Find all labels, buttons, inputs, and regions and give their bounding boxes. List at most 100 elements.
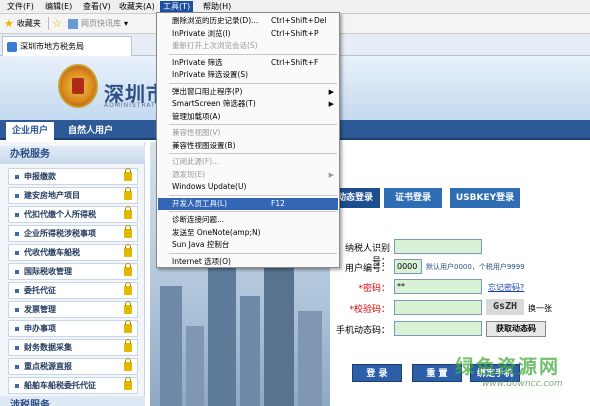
- sidebar-item[interactable]: 企业所得税涉税事项: [8, 225, 138, 242]
- menu-separator: [169, 82, 337, 84]
- menu-item[interactable]: 兼容性视图设置(B): [158, 140, 338, 152]
- tab-usbkey-login[interactable]: USBKEY登录: [450, 188, 520, 208]
- add-star-icon: ☆: [52, 17, 62, 30]
- sidebar-item[interactable]: 委托代征: [8, 282, 138, 299]
- lock-icon: [124, 377, 132, 390]
- menu-item[interactable]: Internet 选项(O): [158, 256, 338, 268]
- menu-separator: [169, 124, 337, 125]
- sidebar-item[interactable]: 财务数据采集: [8, 339, 138, 356]
- sidebar-item[interactable]: 代收代缴车船税: [8, 244, 138, 261]
- forgot-password-link[interactable]: 忘记密码?: [488, 282, 524, 293]
- menu-item-label: 兼容性视图设置(B): [172, 140, 236, 150]
- menu-item-label: Sun Java 控制台: [172, 240, 230, 249]
- menu-item-label: InPrivate 筛选设置(S): [172, 70, 249, 79]
- login-button[interactable]: 登 录: [352, 364, 402, 382]
- add-favorite-button[interactable]: ☆: [52, 17, 62, 31]
- menu-item[interactable]: 管理加载项(A): [158, 111, 338, 123]
- menu-separator: [169, 252, 337, 254]
- tools-dropdown-menu: 删除浏览的历史记录(D)... Ctrl+Shift+Del InPrivate 浏…: [156, 12, 340, 268]
- tab-enterprise-user[interactable]: 企业用户: [6, 122, 55, 140]
- sidebar-item-label: 申办事项: [24, 324, 56, 333]
- sidebar-item[interactable]: 船舶车船税委托代征: [8, 377, 138, 394]
- captcha-input[interactable]: [394, 300, 482, 315]
- menu-item[interactable]: Windows Update(U): [158, 181, 338, 193]
- menu-separator: [169, 53, 337, 55]
- menu-item-label: InPrivate 筛选: [172, 57, 223, 67]
- favorites-button[interactable]: ★ 收藏夹: [4, 17, 41, 31]
- favorites-label: 收藏夹: [16, 19, 41, 28]
- lock-icon: [124, 225, 132, 238]
- menu-item[interactable]: 发送至 OneNote(amp;N): [158, 227, 338, 239]
- password-label-text: *密码：: [358, 284, 390, 294]
- building: [240, 296, 260, 406]
- menu-item[interactable]: InPrivate 筛选 Ctrl+Shift+F: [158, 57, 338, 69]
- lock-icon: [124, 263, 132, 276]
- tab-certificate-login[interactable]: 证书登录: [384, 188, 442, 208]
- menu-item[interactable]: InPrivate 筛选设置(S): [158, 69, 338, 81]
- menu-file[interactable]: 文件(F): [4, 1, 37, 13]
- menu-item-label: 兼容性视图(V): [172, 128, 221, 137]
- lock-icon: [124, 358, 132, 371]
- get-code-button[interactable]: 获取动态码: [486, 321, 546, 337]
- password-input[interactable]: **: [394, 279, 482, 294]
- menu-item-shortcut: Ctrl+Shift+Del: [271, 16, 327, 25]
- building: [264, 256, 294, 406]
- phone-code-label: 手机动态码：: [335, 326, 390, 336]
- submenu-arrow-icon: ▶: [328, 87, 334, 96]
- tax-emblem-logo: [58, 64, 98, 108]
- sidebar-item-label: 财务数据采集: [24, 343, 72, 352]
- lock-icon: [124, 187, 132, 200]
- web-slice-icon: [68, 19, 78, 29]
- menu-item[interactable]: InPrivate 浏览(I) Ctrl+Shift+P: [158, 28, 338, 40]
- sidebar-item-label: 代扣代缴个人所得税: [24, 210, 96, 219]
- menu-item[interactable]: SmartScreen 筛选器(T) ▶: [158, 98, 338, 110]
- sidebar-item[interactable]: 申报缴款: [8, 168, 138, 185]
- menu-item: 订阅此源(F)...: [158, 156, 338, 168]
- sidebar-item[interactable]: 代扣代缴个人所得税: [8, 206, 138, 223]
- sidebar-title: 办税服务: [0, 146, 145, 164]
- building: [298, 311, 322, 406]
- sidebar-item[interactable]: 申办事项: [8, 320, 138, 337]
- menu-favorites[interactable]: 收藏夹(A): [116, 1, 158, 13]
- menu-item-label: Internet 选项(O): [172, 256, 231, 266]
- captcha-refresh-link[interactable]: 换一张: [528, 303, 552, 314]
- sidebar-item[interactable]: 重点税源直报: [8, 358, 138, 375]
- sidebar-item-label: 发票管理: [24, 305, 56, 314]
- menu-separator: [169, 194, 337, 196]
- menu-item[interactable]: Sun Java 控制台: [158, 239, 338, 251]
- menu-item[interactable]: 开发人员工具(L) F12: [158, 197, 338, 210]
- menu-edit[interactable]: 编辑(E): [42, 1, 75, 13]
- bullet-icon: [15, 288, 19, 293]
- menu-item-label: 源发现(E): [172, 169, 206, 179]
- menu-separator: [169, 211, 337, 212]
- bullet-icon: [15, 345, 19, 350]
- menu-item-label: 发送至 OneNote(amp;N): [172, 227, 261, 237]
- menu-item-label: 弹出窗口阻止程序(P): [172, 86, 243, 96]
- building: [186, 326, 204, 406]
- bullet-icon: [15, 364, 19, 369]
- sidebar-item[interactable]: 发票管理: [8, 301, 138, 318]
- lock-icon: [124, 301, 132, 314]
- captcha-image: GsZH: [486, 299, 524, 315]
- toolbar-separator: [48, 17, 49, 30]
- menu-separator: [169, 153, 337, 154]
- menu-item[interactable]: 诊断连接问题...: [158, 214, 338, 226]
- sidebar-title-2: 涉税服务: [0, 396, 145, 406]
- sidebar-item[interactable]: 建安房地产项目: [8, 187, 138, 204]
- taxpayer-id-input[interactable]: [394, 239, 482, 254]
- phone-code-input[interactable]: [394, 321, 482, 336]
- lock-icon: [124, 168, 132, 181]
- captcha-label: *校验码：: [330, 302, 390, 315]
- menu-view[interactable]: 查看(V): [80, 1, 114, 13]
- sidebar-item[interactable]: 国际税收管理: [8, 263, 138, 280]
- browser-tab[interactable]: 深圳市地方税务局: [2, 36, 132, 56]
- web-slice-button[interactable]: 网页快讯库 ▾: [68, 17, 128, 31]
- tab-individual-user[interactable]: 自然人用户: [62, 122, 119, 140]
- bullet-icon: [15, 307, 19, 312]
- user-no-input[interactable]: 0000: [394, 259, 422, 274]
- menu-item[interactable]: 删除浏览的历史记录(D)... Ctrl+Shift+Del: [158, 15, 338, 27]
- password-label: *密码：: [330, 281, 390, 294]
- menu-item[interactable]: 弹出窗口阻止程序(P) ▶: [158, 86, 338, 98]
- lock-icon: [124, 206, 132, 219]
- menu-item-label: 诊断连接问题...: [172, 215, 225, 224]
